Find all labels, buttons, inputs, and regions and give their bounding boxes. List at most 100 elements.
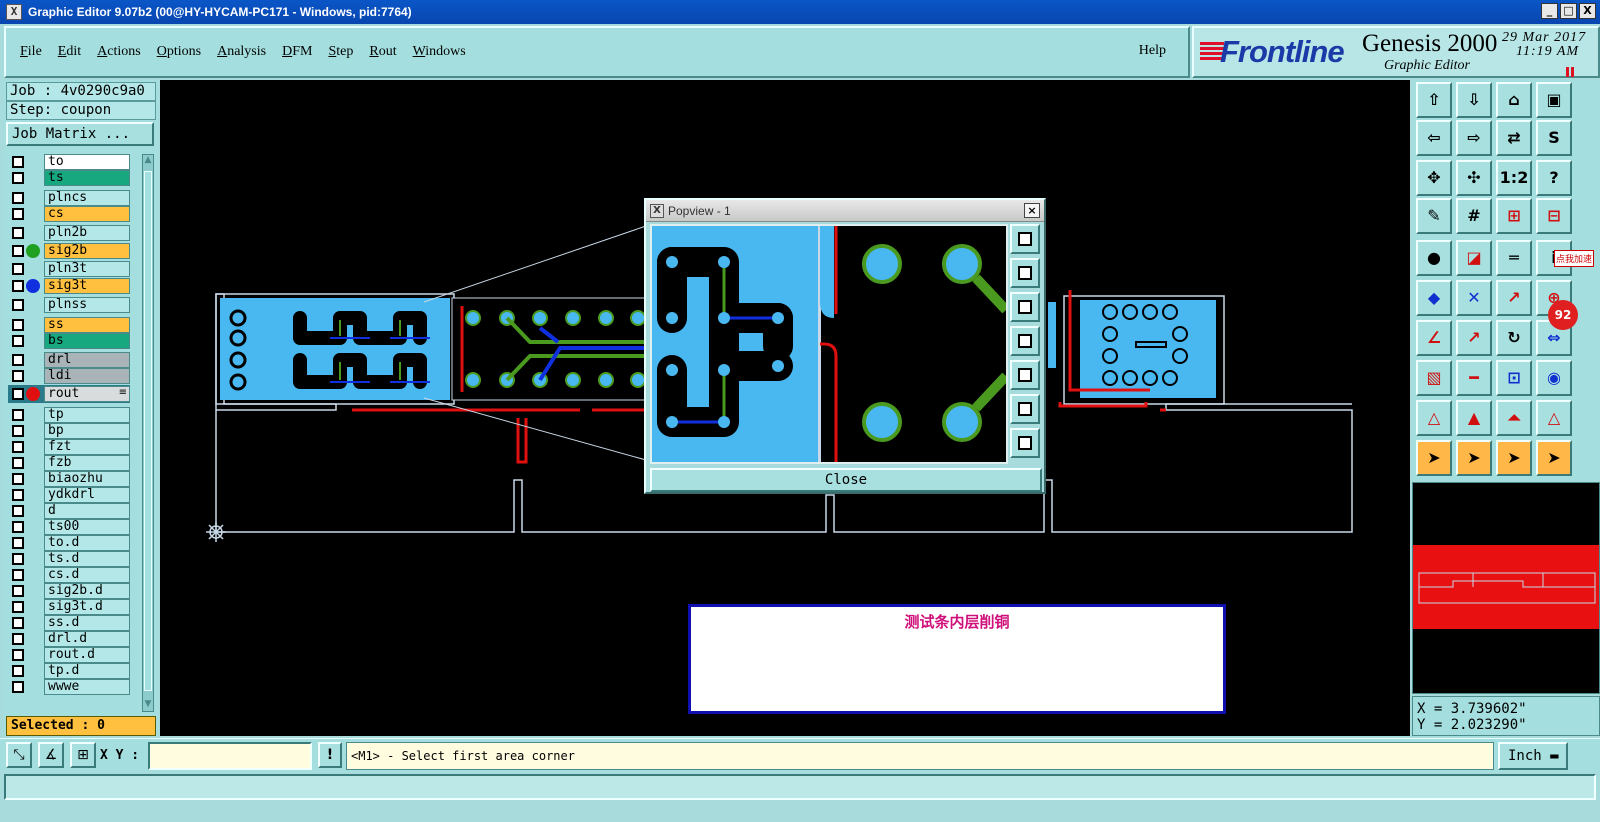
tool-delete-button[interactable]: ✕	[1456, 280, 1492, 316]
layer-name[interactable]: pln3t	[44, 261, 130, 277]
tool-redraw-button[interactable]: S	[1536, 120, 1572, 156]
layer-name[interactable]: plnss	[44, 297, 130, 313]
layer-checkbox[interactable]	[12, 521, 24, 533]
tool-arc-button[interactable]: ↗	[1456, 320, 1492, 356]
tool-pointer3-button[interactable]: ➤	[1496, 440, 1532, 476]
layer-checkbox[interactable]	[12, 505, 24, 517]
popview-zoom-out-button[interactable]	[1010, 428, 1040, 458]
layer-name[interactable]: plncs	[44, 190, 130, 206]
tool-via-button[interactable]: ⊡	[1496, 360, 1532, 396]
tool-triangle3-button[interactable]: ⏶	[1496, 400, 1532, 436]
layer-name[interactable]: bs	[44, 333, 130, 349]
layer-checkbox[interactable]	[12, 227, 24, 239]
layer-name[interactable]: d	[44, 503, 130, 519]
layer-checkbox[interactable]	[12, 245, 24, 257]
layer-checkbox[interactable]	[12, 319, 24, 331]
layer-name[interactable]: cs.d	[44, 567, 130, 583]
speed-badge[interactable]: 点我加速	[1554, 250, 1595, 267]
grid-button[interactable]: ⊞	[70, 742, 96, 768]
layer-row-tp-d[interactable]: tp.d	[8, 663, 130, 679]
tool-draw-button[interactable]: ✎	[1416, 198, 1452, 234]
layer-name[interactable]: sig2b	[44, 243, 130, 259]
menu-help[interactable]: Help	[1139, 43, 1166, 59]
popview-canvas[interactable]	[650, 224, 1008, 464]
tool-pointer4-button[interactable]: ➤	[1536, 440, 1572, 476]
layer-row-rout-d[interactable]: rout.d	[8, 647, 130, 663]
tool-triangle1-button[interactable]: △	[1416, 400, 1452, 436]
layer-name[interactable]: sig2b.d	[44, 583, 130, 599]
layer-checkbox[interactable]	[12, 263, 24, 275]
layer-name[interactable]: wwwe	[44, 679, 130, 695]
tool-zoom-in-button[interactable]: ✥	[1416, 160, 1452, 196]
tool-pointer1-button[interactable]: ➤	[1416, 440, 1452, 476]
layer-name[interactable]: drl	[44, 352, 130, 368]
layer-checkbox[interactable]	[12, 553, 24, 565]
layer-row-wwwe[interactable]: wwwe	[8, 679, 130, 695]
layer-name[interactable]: fzb	[44, 455, 130, 471]
tool-move-button[interactable]: ◆	[1416, 280, 1452, 316]
popview-zoom-window-button[interactable]	[1010, 224, 1040, 254]
scrollbar-thumb[interactable]	[144, 171, 152, 691]
popview-close-icon[interactable]: ×	[1024, 203, 1040, 218]
layer-checkbox[interactable]	[12, 633, 24, 645]
layer-scrollbar[interactable]: ▲ ▼	[142, 154, 154, 712]
popview-zoom-in-button[interactable]	[1010, 394, 1040, 424]
layer-checkbox[interactable]	[12, 489, 24, 501]
layer-checkbox[interactable]	[12, 681, 24, 693]
layer-name[interactable]: to	[44, 154, 130, 170]
layer-name[interactable]: ts00	[44, 519, 130, 535]
layer-name[interactable]: to.d	[44, 535, 130, 551]
tool-help-button[interactable]: ?	[1536, 160, 1572, 196]
tool-pan-left-button[interactable]: ⇦	[1416, 120, 1452, 156]
layer-row-sig3t[interactable]: sig3t	[8, 278, 130, 294]
measure-button[interactable]: ∡	[38, 742, 64, 768]
layer-row-ts00[interactable]: ts00	[8, 519, 130, 535]
tool-trace-button[interactable]: ━	[1456, 360, 1492, 396]
layer-row-ts-d[interactable]: ts.d	[8, 551, 130, 567]
layer-checkbox[interactable]	[12, 335, 24, 347]
job-matrix-button[interactable]: Job Matrix ...	[6, 122, 154, 146]
popview-pan-left-button[interactable]	[1010, 326, 1040, 356]
layer-checkbox[interactable]	[12, 280, 24, 292]
minimize-button[interactable]: _	[1541, 3, 1558, 19]
layer-row-fzb[interactable]: fzb	[8, 455, 130, 471]
layer-checkbox[interactable]	[12, 585, 24, 597]
layer-row-pln3t[interactable]: pln3t	[8, 261, 130, 277]
tool-ruler-button[interactable]: ═	[1496, 240, 1532, 276]
layer-checkbox[interactable]	[12, 354, 24, 366]
layer-name[interactable]: drl.d	[44, 631, 130, 647]
layer-name[interactable]: ts	[44, 170, 130, 186]
layer-row-sig3t-d[interactable]: sig3t.d	[8, 599, 130, 615]
menu-step[interactable]: Step	[328, 44, 353, 60]
layer-checkbox[interactable]	[12, 425, 24, 437]
menu-dfm[interactable]: DFM	[282, 44, 312, 60]
tool-copy-button[interactable]: ↗	[1496, 280, 1532, 316]
tool-pan-right-button[interactable]: ⇨	[1456, 120, 1492, 156]
layer-name[interactable]: ldi	[44, 368, 130, 384]
layer-name[interactable]: sig3t.d	[44, 599, 130, 615]
tool-net-button[interactable]: ⊟	[1536, 198, 1572, 234]
tool-scale-button[interactable]: 1:2	[1496, 160, 1532, 196]
layer-checkbox[interactable]	[12, 473, 24, 485]
layer-row-to[interactable]: to	[8, 154, 130, 170]
layer-row-sig2b[interactable]: sig2b	[8, 243, 130, 259]
layer-row-drl[interactable]: drl	[8, 352, 130, 368]
layer-menu-icon[interactable]: ≡	[119, 387, 127, 398]
layer-name[interactable]: ss.d	[44, 615, 130, 631]
layer-checkbox[interactable]	[12, 208, 24, 220]
tool-triangle2-button[interactable]: ▲	[1456, 400, 1492, 436]
layer-checkbox[interactable]	[12, 569, 24, 581]
tool-line-button[interactable]: ∠	[1416, 320, 1452, 356]
layer-name[interactable]: biaozhu	[44, 471, 130, 487]
layer-row-rout[interactable]: rout ≡	[8, 385, 130, 403]
tool-select-button[interactable]: ⊞	[1496, 198, 1532, 234]
layer-name[interactable]: tp	[44, 407, 130, 423]
prompt-info-button[interactable]: !	[318, 742, 342, 768]
popview-pan-right-button[interactable]	[1010, 360, 1040, 390]
snap-button[interactable]: ⤡	[6, 742, 32, 768]
layer-row-ss[interactable]: ss	[8, 317, 130, 333]
layer-name[interactable]: ss	[44, 317, 130, 333]
tool-home-button[interactable]: ⌂	[1496, 82, 1532, 118]
tool-zoom-out-button[interactable]: ✣	[1456, 160, 1492, 196]
popview-close-button[interactable]: Close	[650, 468, 1042, 492]
